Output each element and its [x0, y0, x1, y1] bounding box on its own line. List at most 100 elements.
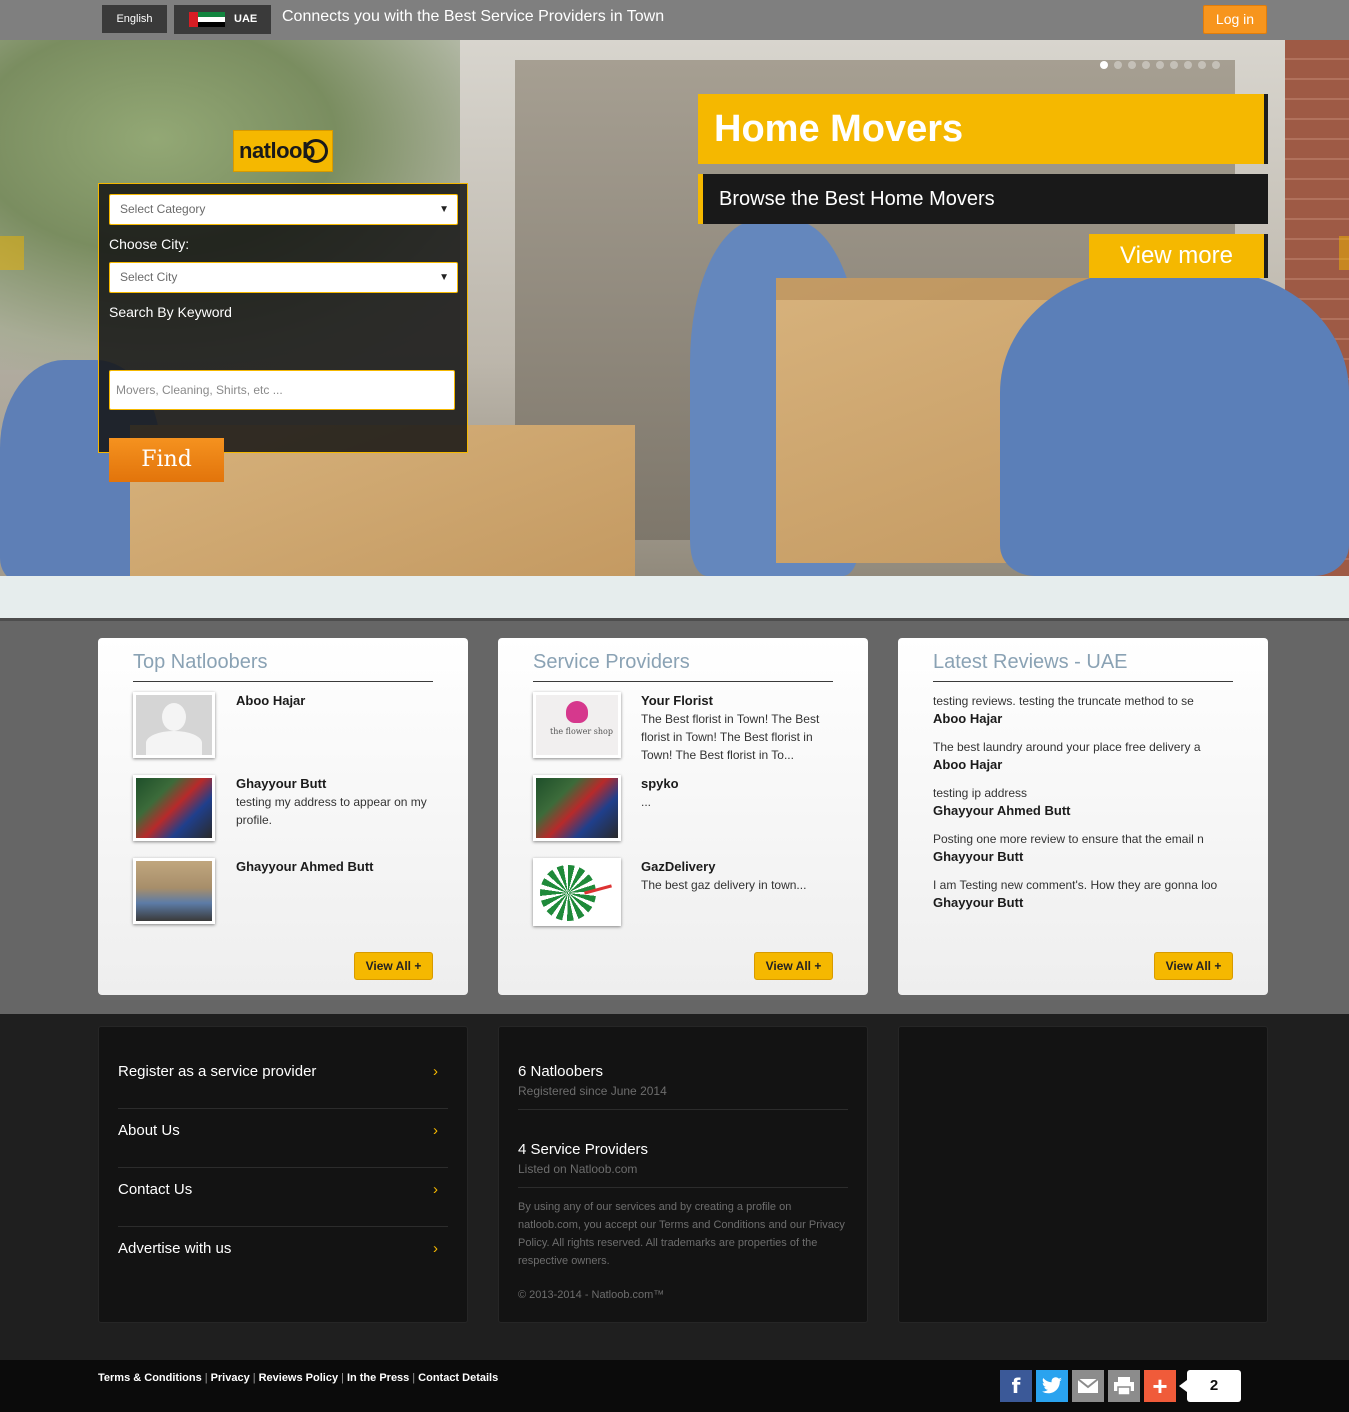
category-select[interactable]: Select Category ▼ [109, 194, 458, 225]
chevron-right-icon: › [433, 1122, 438, 1139]
divider [518, 1109, 848, 1110]
natloober-address: testing my address to appear on my profi… [236, 795, 427, 827]
slide-dot[interactable] [1212, 61, 1220, 69]
prev-slide-arrow[interactable] [0, 236, 24, 270]
provider-logo[interactable] [533, 775, 621, 841]
chevron-right-icon: › [433, 1181, 438, 1198]
divider [518, 1187, 848, 1188]
keyword-input[interactable]: Movers, Cleaning, Shirts, etc ... [109, 370, 455, 410]
dropdown-caret-icon: ▼ [439, 204, 449, 215]
review-text[interactable]: testing ip address [933, 786, 1233, 800]
slide-dot[interactable] [1100, 61, 1108, 69]
slide-dot[interactable] [1114, 61, 1122, 69]
slide-dot[interactable] [1142, 61, 1150, 69]
review-author[interactable]: Aboo Hajar [933, 711, 1002, 726]
plus-icon[interactable]: + [1144, 1370, 1176, 1402]
review-text[interactable]: The best laundry around your place free … [933, 740, 1233, 754]
review-text[interactable]: Posting one more review to ensure that t… [933, 832, 1233, 846]
country-label: UAE [234, 13, 258, 25]
bottom-links: Terms & Conditions | Privacy | Reviews Polic… [98, 1372, 499, 1384]
natloober-name[interactable]: Ghayyour Butt [236, 776, 326, 791]
natloobers-count: 6 Natloobers [518, 1063, 604, 1080]
slide-dot[interactable] [1128, 61, 1136, 69]
about-us-link[interactable]: About Us › [118, 1109, 448, 1168]
next-slide-arrow[interactable] [1339, 236, 1349, 270]
reviews-policy-link[interactable]: Reviews Policy [259, 1372, 339, 1384]
contact-us-link[interactable]: Contact Us › [118, 1168, 448, 1227]
providers-listed: Listed on Natloob.com [518, 1162, 638, 1176]
site-logo[interactable]: natloob [233, 130, 333, 172]
view-all-natloobers-button[interactable]: View All + [354, 952, 433, 980]
worker-right [1000, 270, 1349, 576]
contact-details-link[interactable]: Contact Details [418, 1372, 498, 1384]
footer-link-label: Contact Us [118, 1181, 193, 1198]
city-select-value: Select City [120, 270, 178, 284]
review-author[interactable]: Ghayyour Butt [933, 895, 1023, 910]
review-author[interactable]: Aboo Hajar [933, 757, 1002, 772]
uae-flag-icon [189, 12, 225, 27]
email-icon[interactable] [1072, 1370, 1104, 1402]
natloober-name[interactable]: Aboo Hajar [236, 693, 305, 708]
latest-reviews-card: Latest Reviews - UAE testing reviews. te… [898, 638, 1268, 995]
view-all-reviews-button[interactable]: View All + [1154, 952, 1233, 980]
copyright: © 2013-2014 - Natloob.com™ [518, 1289, 665, 1301]
provider-name[interactable]: spyko [641, 776, 679, 791]
provider-logo[interactable]: the flower shop [533, 692, 621, 758]
facebook-icon[interactable]: f [1000, 1370, 1032, 1402]
footer-link-label: About Us [118, 1122, 180, 1139]
card-title: Service Providers [533, 651, 833, 682]
country-selector[interactable]: UAE [174, 5, 271, 34]
review-text[interactable]: testing reviews. testing the truncate me… [933, 694, 1233, 708]
top-natloobers-card: Top Natloobers Aboo Hajar Ghayyour Butt … [98, 638, 468, 995]
slide-indicators [1100, 56, 1226, 69]
press-link[interactable]: In the Press [347, 1372, 409, 1384]
avatar[interactable] [133, 692, 215, 758]
twitter-icon[interactable] [1036, 1370, 1068, 1402]
footer-links-column: Register as a service provider › About U… [98, 1026, 468, 1323]
avatar[interactable] [133, 858, 215, 924]
city-label: Choose City: [109, 236, 190, 252]
find-button[interactable]: Find [109, 438, 224, 482]
footer-link-label: Advertise with us [118, 1240, 232, 1257]
top-bar: English UAE Connects you with the Best S… [0, 0, 1349, 40]
card-title: Latest Reviews - UAE [933, 651, 1233, 682]
register-provider-link[interactable]: Register as a service provider › [118, 1050, 448, 1109]
review-author[interactable]: Ghayyour Butt [933, 849, 1023, 864]
city-select[interactable]: Select City ▼ [109, 262, 458, 293]
print-icon[interactable] [1108, 1370, 1140, 1402]
provider-name[interactable]: GazDelivery [641, 859, 715, 874]
provider-logo[interactable] [533, 858, 621, 926]
provider-name[interactable]: Your Florist [641, 693, 713, 708]
hero-title: Home Movers [698, 94, 1268, 164]
advertise-link[interactable]: Advertise with us › [118, 1227, 448, 1286]
footer-stats-column: 6 Natloobers Registered since June 2014 … [498, 1026, 868, 1323]
slide-dot[interactable] [1170, 61, 1178, 69]
privacy-link[interactable]: Privacy [211, 1372, 250, 1384]
natloober-name[interactable]: Ghayyour Ahmed Butt [236, 859, 373, 874]
slide-dot[interactable] [1184, 61, 1192, 69]
review-text[interactable]: I am Testing new comment's. How they are… [933, 878, 1233, 892]
hero-slider: Home Movers Browse the Best Home Movers … [0, 40, 1349, 576]
chevron-right-icon: › [433, 1063, 438, 1080]
language-selector[interactable]: English [102, 5, 167, 33]
natloobers-since: Registered since June 2014 [518, 1084, 667, 1098]
featured-section: Top Natloobers Aboo Hajar Ghayyour Butt … [0, 618, 1349, 1014]
review-author[interactable]: Ghayyour Ahmed Butt [933, 803, 1070, 818]
bottom-bar: Terms & Conditions | Privacy | Reviews Polic… [0, 1360, 1349, 1412]
category-select-value: Select Category [120, 202, 206, 216]
login-button[interactable]: Log in [1203, 5, 1267, 34]
card-title: Top Natloobers [133, 651, 433, 682]
service-providers-card: Service Providers the flower shop Your F… [498, 638, 868, 995]
view-more-button[interactable]: View more [1089, 234, 1268, 278]
footer-link-label: Register as a service provider [118, 1063, 317, 1080]
slide-dot[interactable] [1156, 61, 1164, 69]
magnifier-icon [304, 139, 328, 163]
keyword-label: Search By Keyword [109, 304, 232, 320]
site-tagline: Connects you with the Best Service Provi… [282, 8, 665, 25]
view-all-providers-button[interactable]: View All + [754, 952, 833, 980]
slide-dot[interactable] [1198, 61, 1206, 69]
avatar[interactable] [133, 775, 215, 841]
providers-count: 4 Service Providers [518, 1141, 649, 1158]
terms-link[interactable]: Terms & Conditions [98, 1372, 202, 1384]
hero-bottom-band [0, 576, 1349, 618]
